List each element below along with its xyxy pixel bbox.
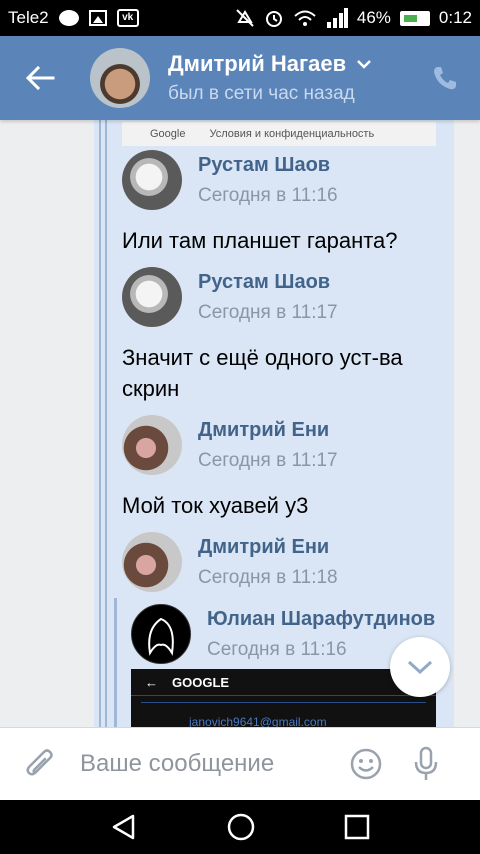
battery-percent: 46% (356, 8, 391, 27)
author-name[interactable]: Рустам Шаов (198, 271, 338, 294)
emoji-button[interactable] (336, 728, 396, 801)
contact-avatar[interactable] (90, 48, 150, 108)
google-label: Google (150, 128, 186, 140)
recents-square-icon[interactable] (344, 814, 370, 840)
mute-icon (236, 9, 254, 27)
arrow-left-icon (25, 65, 55, 91)
nested-forwarded-header: Юлиан Шарафутдинов Сегодня в 11:16 (131, 604, 435, 664)
contact-name: Дмитрий Нагаев (168, 51, 347, 76)
status-bar: Tele2 vk 46% 0:12 (0, 0, 480, 36)
call-button[interactable] (410, 36, 480, 120)
back-triangle-icon[interactable] (110, 813, 138, 841)
contact-info[interactable]: Дмитрий Нагаев был в сети час назад (168, 51, 372, 105)
message-text: Значит с ещё одного уст-ва скрин (122, 345, 403, 401)
author-name[interactable]: Рустам Шаов (198, 154, 338, 177)
author-name[interactable]: Дмитрий Ени (198, 419, 338, 442)
avatar[interactable] (122, 150, 182, 210)
message-list[interactable]: Google Условия и конфиденциальность Руст… (0, 120, 480, 727)
forwarded-header: Рустам Шаов Сегодня в 11:16 (122, 150, 338, 210)
message-text: Мой ток хуавей у3 (122, 493, 309, 518)
carrier-label: Tele2 (8, 8, 49, 27)
screenshot-title: GOOGLE (172, 674, 230, 690)
avatar[interactable] (122, 267, 182, 327)
message-input[interactable] (80, 750, 330, 778)
clock: 0:12 (438, 8, 472, 27)
system-nav-bar (0, 800, 480, 854)
screenshot-email: janovich9641@gmail.com (189, 715, 327, 727)
screenshot-footer: Google Условия и конфиденциальность (122, 122, 436, 146)
message-time: Сегодня в 11:17 (198, 301, 338, 323)
wifi-icon (294, 10, 316, 26)
scroll-down-button[interactable] (390, 637, 450, 697)
contact-status: был в сети час назад (168, 83, 355, 104)
vk-notification-icon: vk (116, 9, 139, 27)
phone-icon (434, 67, 456, 90)
avatar[interactable] (122, 415, 182, 475)
nested-thread-rule (114, 598, 117, 727)
divider (141, 702, 426, 703)
avatar[interactable] (122, 532, 182, 592)
thread-rule (99, 120, 101, 727)
chevron-down-icon[interactable] (356, 59, 372, 69)
status-right: 46% 0:12 (235, 8, 472, 28)
forwarded-header: Рустам Шаов Сегодня в 11:17 (122, 267, 338, 327)
message-time: Сегодня в 11:18 (198, 566, 338, 588)
chat-header: Дмитрий Нагаев был в сети час назад (0, 36, 480, 120)
message-time: Сегодня в 11:17 (198, 449, 338, 471)
author-name[interactable]: Юлиан Шарафутдинов (207, 608, 435, 631)
forwarded-header: Дмитрий Ени Сегодня в 11:18 (122, 532, 338, 592)
back-button[interactable] (0, 36, 80, 120)
screenshot-attachment[interactable]: ← GOOGLE janovich9641@gmail.com (131, 669, 436, 727)
forwarded-header: Дмитрий Ени Сегодня в 11:17 (122, 415, 338, 475)
chevron-down-icon (407, 660, 433, 675)
message-text: Или там планшет гаранта? (122, 228, 398, 253)
terms-link: Условия и конфиденциальность (209, 128, 375, 140)
alarm-icon (265, 11, 282, 27)
thread-rule (105, 120, 107, 727)
arrow-left-icon: ← (145, 674, 158, 690)
paperclip-icon (26, 749, 53, 776)
microphone-icon (414, 746, 438, 780)
author-name[interactable]: Дмитрий Ени (198, 536, 338, 559)
message-icon (58, 10, 79, 26)
hooded-figure-icon (148, 617, 174, 656)
smiley-icon (350, 748, 382, 780)
battery-icon (399, 10, 430, 26)
attach-button[interactable] (0, 728, 80, 801)
message-time: Сегодня в 11:16 (198, 184, 338, 206)
signal-icon (326, 8, 348, 28)
composer (0, 727, 480, 800)
avatar[interactable] (131, 604, 191, 664)
status-left: Tele2 vk (8, 8, 139, 28)
voice-message-button[interactable] (396, 728, 456, 801)
home-circle-icon[interactable] (226, 812, 256, 842)
image-icon (88, 10, 107, 26)
